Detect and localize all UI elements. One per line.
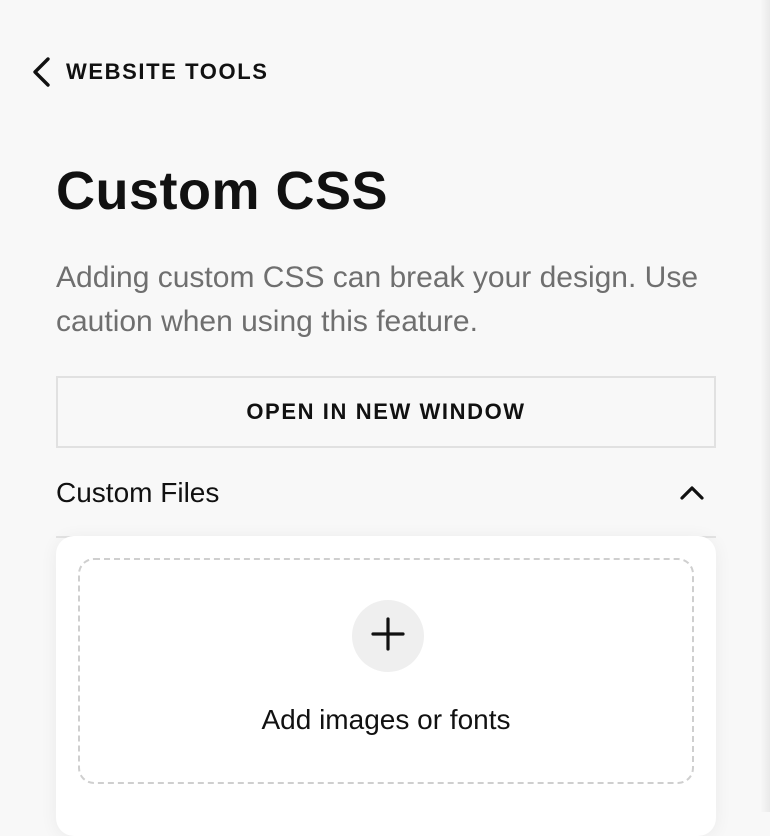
back-link-label: WEBSITE TOOLS <box>66 59 269 84</box>
warning-description: Adding custom CSS can break your design.… <box>56 261 698 338</box>
add-images-or-fonts-label: Add images or fonts <box>261 704 511 735</box>
plus-icon <box>370 616 406 657</box>
back-to-website-tools-button[interactable]: WEBSITE TOOLS <box>30 54 269 90</box>
page-title: Custom CSS <box>56 161 389 221</box>
chevron-up-icon[interactable] <box>676 477 708 509</box>
custom-files-title: Custom Files <box>56 477 220 508</box>
custom-files-card: Add images or fonts <box>56 536 716 836</box>
add-file-button[interactable] <box>352 600 424 672</box>
panel-edge-shadow <box>760 0 770 812</box>
add-files-dropzone[interactable]: Add images or fonts <box>78 558 694 784</box>
custom-css-panel: WEBSITE TOOLS Custom CSS Adding custom C… <box>0 0 770 836</box>
custom-files-section-header[interactable]: Custom Files <box>56 466 716 520</box>
chevron-left-icon <box>30 56 56 88</box>
open-in-new-window-button[interactable]: OPEN IN NEW WINDOW <box>56 376 716 448</box>
